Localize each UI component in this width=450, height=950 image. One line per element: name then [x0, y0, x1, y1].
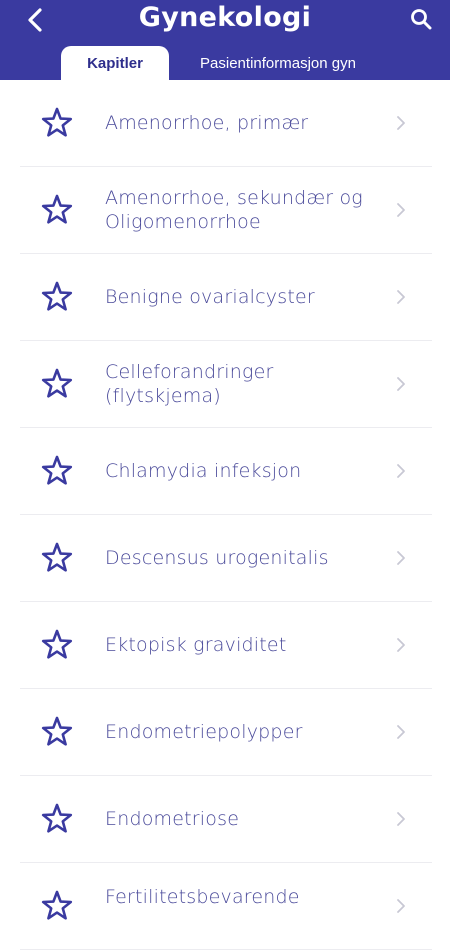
chapter-label: Descensus urogenitalis	[105, 547, 329, 569]
chapter-label: Amenorrhoe, sekundær og Oligomenorrhoe	[105, 187, 363, 233]
star-outline-icon[interactable]	[40, 106, 74, 140]
chevron-right-icon	[396, 289, 406, 305]
chapter-row[interactable]: Endometriose	[20, 776, 432, 863]
star-outline-icon[interactable]	[40, 628, 74, 662]
search-button[interactable]	[408, 6, 434, 32]
star-outline-icon[interactable]	[40, 541, 74, 575]
chapter-row[interactable]: Descensus urogenitalis	[20, 515, 432, 602]
chapter-row[interactable]: Amenorrhoe, sekundær og Oligomenorrhoe	[20, 167, 432, 254]
chevron-right-icon	[396, 898, 406, 914]
chapter-label: Amenorrhoe, primær	[105, 112, 309, 134]
chapter-row[interactable]: Benigne ovarialcyster	[20, 254, 432, 341]
chapter-label: Fertilitetsbevarende	[105, 886, 300, 908]
star-outline-icon[interactable]	[40, 367, 74, 401]
chapter-label: Endometriepolypper	[105, 721, 303, 743]
chevron-right-icon	[396, 115, 406, 131]
chapter-row[interactable]: Ektopisk graviditet	[20, 602, 432, 689]
chapter-label: Benigne ovarialcyster	[105, 286, 315, 308]
chevron-right-icon	[396, 637, 406, 653]
chapter-label: Chlamydia infeksjon	[105, 460, 302, 482]
chapter-row[interactable]: Chlamydia infeksjon	[20, 428, 432, 515]
star-outline-icon[interactable]	[40, 802, 74, 836]
chevron-right-icon	[396, 724, 406, 740]
chapter-label: Ektopisk graviditet	[105, 634, 287, 656]
chevron-right-icon	[396, 202, 406, 218]
chapter-row[interactable]: Celleforandringer (flytskjema)	[20, 341, 432, 428]
star-outline-icon[interactable]	[40, 889, 74, 923]
chevron-right-icon	[396, 463, 406, 479]
app-header: Gynekologi Kapitler Pasientinformasjon g…	[0, 0, 450, 80]
chapter-row[interactable]: Amenorrhoe, primær	[20, 80, 432, 167]
chevron-right-icon	[396, 550, 406, 566]
chevron-right-icon	[396, 376, 406, 392]
tab-pasientinformasjon[interactable]: Pasientinformasjon gyn	[176, 46, 380, 80]
star-outline-icon[interactable]	[40, 715, 74, 749]
chapter-row[interactable]: Endometriepolypper	[20, 689, 432, 776]
star-outline-icon[interactable]	[40, 280, 74, 314]
page-title: Gynekologi	[138, 2, 312, 33]
chapter-list: Amenorrhoe, primær Amenorrhoe, sekundær o…	[0, 80, 450, 950]
chapter-label: Endometriose	[105, 808, 240, 830]
chevron-right-icon	[396, 811, 406, 827]
tab-kapitler[interactable]: Kapitler	[61, 46, 169, 80]
search-icon	[411, 9, 432, 30]
chapter-row[interactable]: Fertilitetsbevarende	[20, 863, 432, 950]
star-outline-icon[interactable]	[40, 193, 74, 227]
star-outline-icon[interactable]	[40, 454, 74, 488]
chapter-label: Celleforandringer (flytskjema)	[105, 361, 274, 407]
